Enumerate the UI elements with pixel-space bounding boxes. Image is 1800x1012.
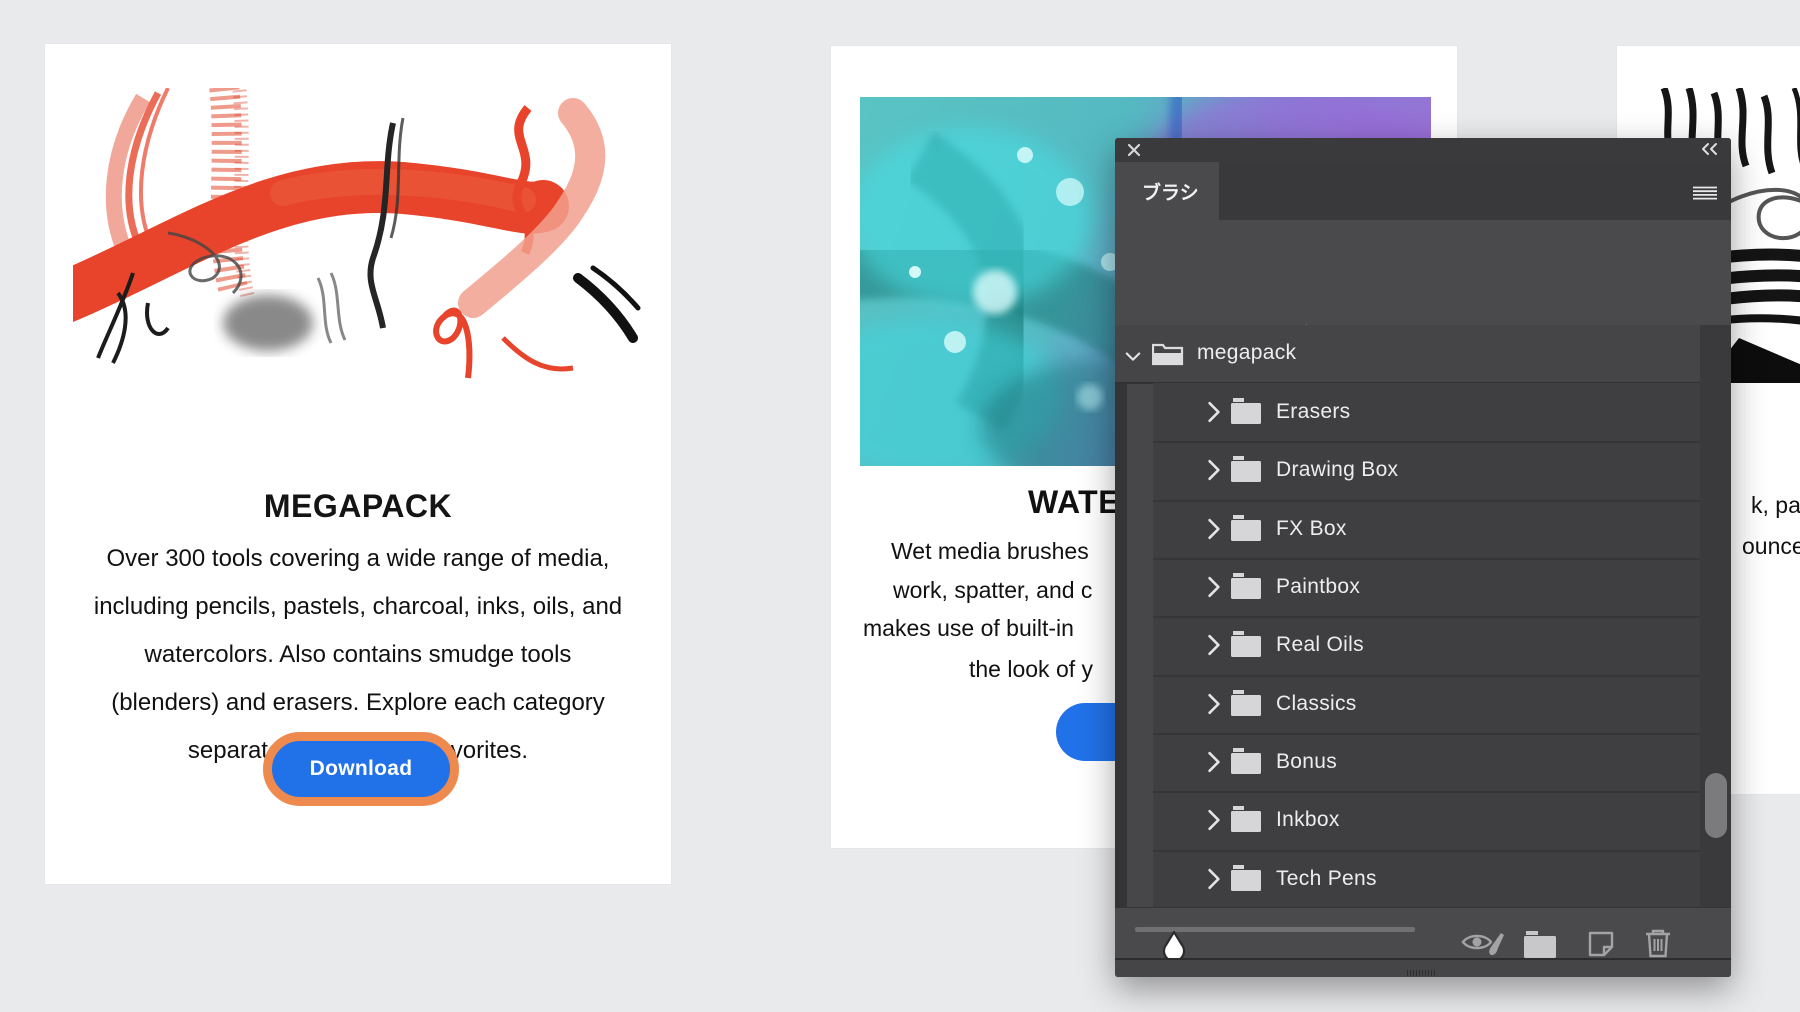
megapack-desc-line: watercolors. Also contains smudge tools bbox=[45, 641, 671, 669]
tree-row-label: FX Box bbox=[1276, 517, 1347, 541]
folder-icon bbox=[1230, 748, 1262, 774]
tree-row-paintbox[interactable]: Paintbox bbox=[1153, 558, 1700, 616]
chevron-right-icon[interactable] bbox=[1206, 401, 1222, 423]
chevron-right-icon[interactable] bbox=[1206, 576, 1222, 598]
scrollbar-thumb[interactable] bbox=[1705, 773, 1727, 838]
megapack-artwork bbox=[73, 88, 641, 383]
panel-menu-icon[interactable] bbox=[1693, 186, 1717, 200]
divider bbox=[1153, 791, 1700, 793]
folder-icon bbox=[1230, 456, 1262, 482]
divider bbox=[1153, 616, 1700, 618]
chevron-right-icon[interactable] bbox=[1206, 693, 1222, 715]
brush-panel: ブラシ サイズ : bbox=[1115, 138, 1731, 977]
watercolor-desc-line: Wet media brushes bbox=[891, 538, 1089, 565]
tree-row-label: Erasers bbox=[1276, 400, 1350, 424]
megapack-desc-line: Over 300 tools covering a wide range of … bbox=[45, 545, 671, 573]
eye-brush-icon[interactable] bbox=[1461, 931, 1505, 957]
card-title-watercolor: WATE bbox=[1028, 484, 1120, 521]
divider bbox=[1153, 500, 1700, 502]
watercolor-desc-line: makes use of built-in bbox=[863, 615, 1074, 642]
tab-brushes[interactable]: ブラシ bbox=[1115, 162, 1219, 220]
chevron-right-icon[interactable] bbox=[1206, 868, 1222, 890]
panel-header bbox=[1115, 138, 1731, 162]
tree-row-inkbox[interactable]: Inkbox bbox=[1153, 791, 1700, 849]
megapack-desc-line: including pencils, pastels, charcoal, in… bbox=[45, 593, 671, 621]
panel-size-area: サイズ : bbox=[1115, 220, 1731, 325]
tree-row-megapack[interactable]: megapack bbox=[1115, 325, 1731, 382]
tree-row-fx-box[interactable]: FX Box bbox=[1153, 500, 1700, 558]
chevron-right-icon[interactable] bbox=[1206, 634, 1222, 656]
tree-row-label: Bonus bbox=[1276, 750, 1337, 774]
folder-icon bbox=[1230, 631, 1262, 657]
chevron-right-icon[interactable] bbox=[1206, 459, 1222, 481]
tree-row-label: Classics bbox=[1276, 692, 1357, 716]
folder-icon bbox=[1230, 515, 1262, 541]
folder-icon bbox=[1230, 690, 1262, 716]
megapack-desc-line: (blenders) and erasers. Explore each cat… bbox=[45, 689, 671, 717]
folder-icon bbox=[1230, 573, 1262, 599]
right-card-desc-line: k, past bbox=[1751, 492, 1800, 519]
download-button-label: Download bbox=[310, 757, 413, 781]
tree-row-label: Inkbox bbox=[1276, 808, 1340, 832]
chevron-down-icon[interactable] bbox=[1125, 346, 1141, 368]
card-megapack: MEGAPACK Over 300 tools covering a wide … bbox=[44, 43, 672, 885]
new-group-folder-icon[interactable] bbox=[1524, 930, 1556, 958]
brush-group-list: megapack Erasers Drawing Box FX B bbox=[1115, 325, 1731, 907]
watercolor-desc-line: work, spatter, and c bbox=[893, 577, 1092, 604]
folder-icon bbox=[1230, 865, 1262, 891]
folder-open-icon bbox=[1152, 340, 1184, 366]
tree-row-label: megapack bbox=[1197, 341, 1296, 365]
panel-resize-bar[interactable] bbox=[1115, 958, 1731, 977]
tree-row-label: Tech Pens bbox=[1276, 867, 1377, 891]
tree-row-label: Real Oils bbox=[1276, 633, 1364, 657]
tree-row-real-oils[interactable]: Real Oils bbox=[1153, 616, 1700, 674]
divider bbox=[1153, 850, 1700, 852]
teardrop-handle[interactable] bbox=[1162, 931, 1186, 959]
collapse-panel-icon[interactable] bbox=[1700, 142, 1718, 156]
folder-icon bbox=[1230, 806, 1262, 832]
panel-bottom-toolbar bbox=[1115, 907, 1731, 959]
divider bbox=[1153, 558, 1700, 560]
right-card-desc-line: ounce bbox=[1742, 533, 1800, 560]
tree-row-label: Drawing Box bbox=[1276, 458, 1398, 482]
tree-row-tech-pens[interactable]: Tech Pens bbox=[1153, 850, 1700, 907]
card-title-megapack: MEGAPACK bbox=[45, 488, 671, 525]
tree-row-erasers[interactable]: Erasers bbox=[1153, 383, 1700, 441]
divider bbox=[1153, 441, 1700, 443]
resize-grip-icon[interactable] bbox=[1407, 970, 1437, 976]
download-button-megapack[interactable]: Download bbox=[263, 732, 459, 806]
chevron-right-icon[interactable] bbox=[1206, 518, 1222, 540]
divider bbox=[1153, 675, 1700, 677]
page: MEGAPACK Over 300 tools covering a wide … bbox=[0, 0, 1800, 1012]
chevron-right-icon[interactable] bbox=[1206, 751, 1222, 773]
trash-icon[interactable] bbox=[1645, 929, 1671, 958]
tree-row-bonus[interactable]: Bonus bbox=[1153, 733, 1700, 791]
tab-brushes-label: ブラシ bbox=[1142, 178, 1199, 205]
folder-icon bbox=[1230, 398, 1262, 424]
tree-indent-edge bbox=[1115, 384, 1127, 907]
tree-row-classics[interactable]: Classics bbox=[1153, 675, 1700, 733]
close-icon[interactable] bbox=[1126, 142, 1142, 158]
divider bbox=[1153, 733, 1700, 735]
watercolor-desc-line: the look of y bbox=[969, 656, 1093, 683]
tree-row-drawing-box[interactable]: Drawing Box bbox=[1153, 441, 1700, 499]
chevron-right-icon[interactable] bbox=[1206, 809, 1222, 831]
tree-row-label: Paintbox bbox=[1276, 575, 1360, 599]
panel-tab-bar: ブラシ bbox=[1115, 162, 1731, 220]
new-brush-icon[interactable] bbox=[1588, 931, 1614, 957]
